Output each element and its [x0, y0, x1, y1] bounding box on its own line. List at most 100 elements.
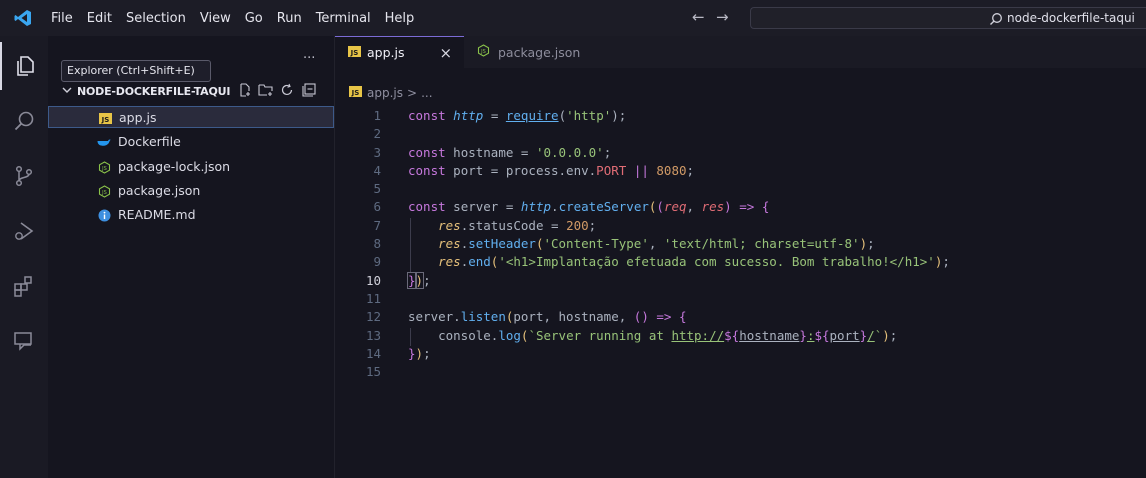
line-number: 6: [373, 199, 381, 215]
code-line: 4 const port = process.env.PORT || 8080;: [335, 163, 1146, 181]
tab-app-js[interactable]: JS app.js ×: [335, 36, 464, 68]
menu-go[interactable]: Go: [238, 11, 270, 26]
new-folder-icon[interactable]: [258, 82, 274, 101]
new-file-icon[interactable]: [238, 82, 252, 101]
code-line: 12 server.listen(port, hostname, () => {: [335, 309, 1146, 327]
nav-arrows: ←→: [692, 8, 740, 26]
breadcrumb-separator: >: [407, 86, 418, 100]
file-package-lock-json[interactable]: JS package-lock.json: [48, 156, 334, 178]
code-line: 9 res.end('<h1>Implantação efetuada com …: [335, 254, 1146, 273]
chevron-down-icon: [62, 85, 72, 98]
line-number: 9: [373, 254, 381, 270]
svg-text:JS: JS: [350, 49, 359, 57]
line-number: 10: [365, 272, 381, 288]
run-debug-icon[interactable]: [0, 207, 48, 255]
file-package-json[interactable]: JS package.json: [48, 180, 334, 202]
code-area[interactable]: 1 const http = require('http'); 2 3 const …: [335, 108, 1146, 382]
search-sidebar-icon[interactable]: [0, 97, 48, 145]
line-number: 12: [365, 309, 381, 325]
code-line: 7 res.statusCode = 200;: [335, 217, 1146, 237]
back-arrow-icon[interactable]: ←: [692, 8, 716, 26]
more-actions-icon[interactable]: ···: [303, 51, 315, 66]
menu-bar: File Edit Selection View Go Run Terminal…: [44, 11, 421, 26]
line-number: 3: [373, 144, 381, 160]
code-line: 8 res.setHeader('Content-Type', 'text/ht…: [335, 236, 1146, 255]
docker-icon: [97, 135, 111, 149]
extensions-icon[interactable]: [0, 262, 48, 310]
file-dockerfile[interactable]: Dockerfile: [48, 131, 334, 153]
menu-terminal[interactable]: Terminal: [309, 11, 378, 26]
code-line: 3 const hostname = '0.0.0.0';: [335, 145, 1146, 163]
remote-explorer-icon[interactable]: [0, 317, 48, 365]
file-app-js[interactable]: JS app.js: [48, 106, 334, 128]
folder-header[interactable]: NODE-DOCKERFILE-TAQUI: [48, 80, 335, 102]
search-icon: [989, 11, 1003, 30]
forward-arrow-icon[interactable]: →: [716, 8, 740, 26]
line-number: 8: [373, 236, 381, 252]
file-name: package-lock.json: [118, 159, 231, 174]
line-number: 5: [373, 181, 381, 197]
tab-package-json[interactable]: JS package.json: [464, 36, 609, 68]
code-line: 1 const http = require('http');: [335, 108, 1146, 126]
file-name: app.js: [119, 110, 157, 125]
file-name: package.json: [118, 183, 201, 198]
line-number: 13: [365, 327, 381, 343]
explorer-tooltip: Explorer (Ctrl+Shift+E): [61, 60, 211, 82]
file-name: README.md: [118, 207, 196, 222]
menu-file[interactable]: File: [44, 11, 80, 26]
breadcrumb-rest[interactable]: ...: [421, 86, 432, 100]
js-icon: JS: [349, 86, 362, 100]
title-bar: File Edit Selection View Go Run Terminal…: [0, 0, 1146, 36]
file-readme-md[interactable]: README.md: [48, 204, 334, 226]
menu-selection[interactable]: Selection: [119, 11, 193, 26]
line-number: 1: [373, 108, 381, 123]
svg-text:JS: JS: [101, 165, 107, 171]
collapse-all-icon[interactable]: [302, 82, 316, 101]
tab-label: package.json: [498, 44, 581, 60]
line-number: 2: [373, 126, 381, 142]
npm-icon: JS: [97, 184, 111, 198]
code-line: 14});: [335, 346, 1146, 364]
svg-text:JS: JS: [101, 189, 107, 195]
breadcrumb: JS app.js > ...: [349, 86, 433, 100]
line-number: 14: [365, 345, 381, 361]
explorer-sidebar: ··· NODE-DOCKERFILE-TAQUI JS app.js Dock…: [48, 36, 335, 478]
command-center-search[interactable]: node-dockerfile-taqui: [750, 7, 1146, 29]
code-line: 5: [335, 181, 1146, 199]
tab-bar: JS app.js × JS package.json: [335, 36, 1146, 68]
line-number: 11: [365, 290, 381, 306]
activity-bar: [0, 36, 48, 478]
info-icon: [97, 208, 111, 222]
file-name: Dockerfile: [118, 134, 181, 149]
menu-run[interactable]: Run: [270, 11, 309, 26]
menu-help[interactable]: Help: [378, 11, 422, 26]
js-icon: JS: [98, 111, 112, 125]
code-line-current: 10});: [335, 271, 1146, 291]
code-line: 11: [335, 291, 1146, 309]
folder-name: NODE-DOCKERFILE-TAQUI: [77, 84, 231, 98]
line-number: 4: [373, 162, 381, 178]
menu-edit[interactable]: Edit: [80, 11, 119, 26]
code-line: 6 const server = http.createServer((req, …: [335, 199, 1146, 217]
svg-text:JS: JS: [351, 89, 360, 97]
npm-icon: JS: [477, 44, 490, 60]
source-control-icon[interactable]: [0, 152, 48, 200]
command-center-text: node-dockerfile-taqui: [1007, 11, 1135, 25]
line-number: 7: [373, 217, 381, 233]
code-line: 15: [335, 364, 1146, 382]
close-icon[interactable]: ×: [440, 44, 453, 62]
npm-icon: JS: [97, 160, 111, 174]
refresh-icon[interactable]: [280, 82, 294, 101]
editor-area: JS app.js × JS package.json JS app.js > …: [335, 36, 1146, 478]
menu-view[interactable]: View: [193, 11, 238, 26]
line-number: 15: [365, 364, 381, 380]
explorer-icon[interactable]: [0, 42, 48, 90]
svg-text:JS: JS: [480, 49, 486, 55]
svg-text:JS: JS: [100, 116, 109, 124]
code-line: 13 console.log(`Server running at http:/…: [335, 327, 1146, 346]
breadcrumb-file[interactable]: app.js: [367, 86, 403, 100]
js-icon: JS: [348, 45, 361, 60]
vscode-logo-icon: [10, 0, 36, 36]
code-line: 2: [335, 126, 1146, 144]
tab-label: app.js: [367, 45, 405, 60]
